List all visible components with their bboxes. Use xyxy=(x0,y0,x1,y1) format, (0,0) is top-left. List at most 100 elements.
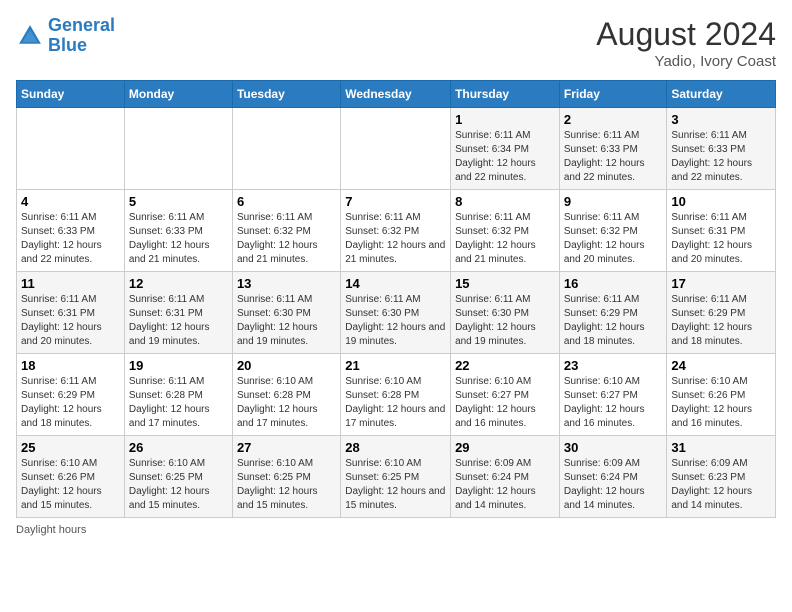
calendar-week-row: 25 Sunrise: 6:10 AM Sunset: 6:26 PM Dayli… xyxy=(17,436,776,518)
day-number: 17 xyxy=(671,276,771,291)
calendar-cell: 2 Sunrise: 6:11 AM Sunset: 6:33 PM Daylig… xyxy=(559,108,667,190)
day-number: 11 xyxy=(21,276,120,291)
calendar-cell: 13Sunrise: 6:11 AM Sunset: 6:30 PM Dayli… xyxy=(232,272,340,354)
day-info: Sunrise: 6:09 AM Sunset: 6:24 PM Dayligh… xyxy=(455,457,555,513)
day-number: 8 xyxy=(455,194,555,209)
weekday-header-row: SundayMondayTuesdayWednesdayThursdayFrid… xyxy=(17,81,776,108)
day-number: 31 xyxy=(671,440,771,455)
calendar-cell: 1 Sunrise: 6:11 AM Sunset: 6:34 PM Daylig… xyxy=(451,108,560,190)
calendar-cell: 17 Sunrise: 6:11 AM Sunset: 6:29 PM Dayli… xyxy=(667,272,776,354)
day-info: Sunrise: 6:10 AM Sunset: 6:26 PM Dayligh… xyxy=(21,457,120,513)
day-info: Sunrise: 6:11 AM Sunset: 6:30 PM Dayligh… xyxy=(455,293,555,349)
day-info: Sunrise: 6:11 AM Sunset: 6:33 PM Dayligh… xyxy=(21,211,120,267)
day-number: 7 xyxy=(345,194,446,209)
day-number: 2 xyxy=(564,112,663,127)
weekday-header: Monday xyxy=(124,81,232,108)
calendar-cell: 6 Sunrise: 6:11 AM Sunset: 6:32 PM Daylig… xyxy=(232,190,340,272)
calendar-cell: 7 Sunrise: 6:11 AM Sunset: 6:32 PM Daylig… xyxy=(341,190,451,272)
day-info: Sunrise: 6:11 AM Sunset: 6:28 PM Dayligh… xyxy=(129,375,228,431)
day-number: 16 xyxy=(564,276,663,291)
weekday-header: Tuesday xyxy=(232,81,340,108)
calendar-cell: 26Sunrise: 6:10 AM Sunset: 6:25 PM Dayli… xyxy=(124,436,232,518)
day-info: Sunrise: 6:10 AM Sunset: 6:28 PM Dayligh… xyxy=(237,375,336,431)
daylight-label: Daylight hours xyxy=(16,524,86,536)
calendar-cell xyxy=(341,108,451,190)
calendar-cell xyxy=(232,108,340,190)
calendar-cell: 5 Sunrise: 6:11 AM Sunset: 6:33 PM Daylig… xyxy=(124,190,232,272)
day-number: 28 xyxy=(345,440,446,455)
day-info: Sunrise: 6:09 AM Sunset: 6:23 PM Dayligh… xyxy=(671,457,771,513)
calendar-cell: 21Sunrise: 6:10 AM Sunset: 6:28 PM Dayli… xyxy=(341,354,451,436)
day-info: Sunrise: 6:11 AM Sunset: 6:29 PM Dayligh… xyxy=(671,293,771,349)
calendar-cell: 8 Sunrise: 6:11 AM Sunset: 6:32 PM Daylig… xyxy=(451,190,560,272)
calendar-cell xyxy=(17,108,125,190)
day-number: 6 xyxy=(237,194,336,209)
calendar-cell: 18 Sunrise: 6:11 AM Sunset: 6:29 PM Dayli… xyxy=(17,354,125,436)
calendar-cell: 25 Sunrise: 6:10 AM Sunset: 6:26 PM Dayli… xyxy=(17,436,125,518)
day-info: Sunrise: 6:10 AM Sunset: 6:25 PM Dayligh… xyxy=(129,457,228,513)
day-number: 1 xyxy=(455,112,555,127)
day-number: 19 xyxy=(129,358,228,373)
calendar-cell xyxy=(124,108,232,190)
day-number: 12 xyxy=(129,276,228,291)
logo-icon xyxy=(16,22,44,50)
day-info: Sunrise: 6:11 AM Sunset: 6:32 PM Dayligh… xyxy=(237,211,336,267)
day-info: Sunrise: 6:11 AM Sunset: 6:32 PM Dayligh… xyxy=(345,211,446,267)
calendar-cell: 22 Sunrise: 6:10 AM Sunset: 6:27 PM Dayli… xyxy=(451,354,560,436)
day-info: Sunrise: 6:11 AM Sunset: 6:30 PM Dayligh… xyxy=(237,293,336,349)
calendar-cell: 14 Sunrise: 6:11 AM Sunset: 6:30 PM Dayli… xyxy=(341,272,451,354)
day-number: 10 xyxy=(671,194,771,209)
day-info: Sunrise: 6:10 AM Sunset: 6:25 PM Dayligh… xyxy=(237,457,336,513)
calendar-week-row: 4Sunrise: 6:11 AM Sunset: 6:33 PM Daylig… xyxy=(17,190,776,272)
day-number: 25 xyxy=(21,440,120,455)
weekday-header: Wednesday xyxy=(341,81,451,108)
calendar-cell: 27 Sunrise: 6:10 AM Sunset: 6:25 PM Dayli… xyxy=(232,436,340,518)
weekday-header: Friday xyxy=(559,81,667,108)
weekday-header: Saturday xyxy=(667,81,776,108)
day-number: 22 xyxy=(455,358,555,373)
day-info: Sunrise: 6:11 AM Sunset: 6:33 PM Dayligh… xyxy=(129,211,228,267)
calendar-cell: 12Sunrise: 6:11 AM Sunset: 6:31 PM Dayli… xyxy=(124,272,232,354)
day-number: 15 xyxy=(455,276,555,291)
day-info: Sunrise: 6:11 AM Sunset: 6:33 PM Dayligh… xyxy=(564,129,663,185)
calendar-cell: 16 Sunrise: 6:11 AM Sunset: 6:29 PM Dayli… xyxy=(559,272,667,354)
day-info: Sunrise: 6:10 AM Sunset: 6:25 PM Dayligh… xyxy=(345,457,446,513)
calendar-cell: 9 Sunrise: 6:11 AM Sunset: 6:32 PM Daylig… xyxy=(559,190,667,272)
day-info: Sunrise: 6:11 AM Sunset: 6:29 PM Dayligh… xyxy=(564,293,663,349)
calendar-table: SundayMondayTuesdayWednesdayThursdayFrid… xyxy=(16,80,776,518)
day-info: Sunrise: 6:11 AM Sunset: 6:34 PM Dayligh… xyxy=(455,129,555,185)
calendar-week-row: 11 Sunrise: 6:11 AM Sunset: 6:31 PM Dayli… xyxy=(17,272,776,354)
day-number: 30 xyxy=(564,440,663,455)
day-number: 5 xyxy=(129,194,228,209)
day-info: Sunrise: 6:11 AM Sunset: 6:32 PM Dayligh… xyxy=(564,211,663,267)
logo-text: General Blue xyxy=(48,16,115,56)
day-info: Sunrise: 6:10 AM Sunset: 6:26 PM Dayligh… xyxy=(671,375,771,431)
calendar-cell: 4Sunrise: 6:11 AM Sunset: 6:33 PM Daylig… xyxy=(17,190,125,272)
day-info: Sunrise: 6:11 AM Sunset: 6:31 PM Dayligh… xyxy=(21,293,120,349)
day-number: 18 xyxy=(21,358,120,373)
calendar-cell: 3Sunrise: 6:11 AM Sunset: 6:33 PM Daylig… xyxy=(667,108,776,190)
day-info: Sunrise: 6:11 AM Sunset: 6:30 PM Dayligh… xyxy=(345,293,446,349)
logo: General Blue xyxy=(16,16,115,56)
page-header: General Blue August 2024 Yadio, Ivory Co… xyxy=(16,16,776,70)
title-block: August 2024 Yadio, Ivory Coast xyxy=(596,16,776,70)
day-number: 24 xyxy=(671,358,771,373)
day-info: Sunrise: 6:11 AM Sunset: 6:33 PM Dayligh… xyxy=(671,129,771,185)
weekday-header: Sunday xyxy=(17,81,125,108)
weekday-header: Thursday xyxy=(451,81,560,108)
day-number: 27 xyxy=(237,440,336,455)
day-info: Sunrise: 6:09 AM Sunset: 6:24 PM Dayligh… xyxy=(564,457,663,513)
calendar-subtitle: Yadio, Ivory Coast xyxy=(596,53,776,70)
day-info: Sunrise: 6:10 AM Sunset: 6:28 PM Dayligh… xyxy=(345,375,446,431)
day-number: 9 xyxy=(564,194,663,209)
calendar-cell: 29 Sunrise: 6:09 AM Sunset: 6:24 PM Dayli… xyxy=(451,436,560,518)
day-number: 14 xyxy=(345,276,446,291)
calendar-cell: 15 Sunrise: 6:11 AM Sunset: 6:30 PM Dayli… xyxy=(451,272,560,354)
calendar-cell: 28 Sunrise: 6:10 AM Sunset: 6:25 PM Dayli… xyxy=(341,436,451,518)
day-info: Sunrise: 6:11 AM Sunset: 6:29 PM Dayligh… xyxy=(21,375,120,431)
day-number: 20 xyxy=(237,358,336,373)
day-info: Sunrise: 6:11 AM Sunset: 6:32 PM Dayligh… xyxy=(455,211,555,267)
day-number: 29 xyxy=(455,440,555,455)
day-info: Sunrise: 6:10 AM Sunset: 6:27 PM Dayligh… xyxy=(455,375,555,431)
calendar-cell: 20 Sunrise: 6:10 AM Sunset: 6:28 PM Dayli… xyxy=(232,354,340,436)
